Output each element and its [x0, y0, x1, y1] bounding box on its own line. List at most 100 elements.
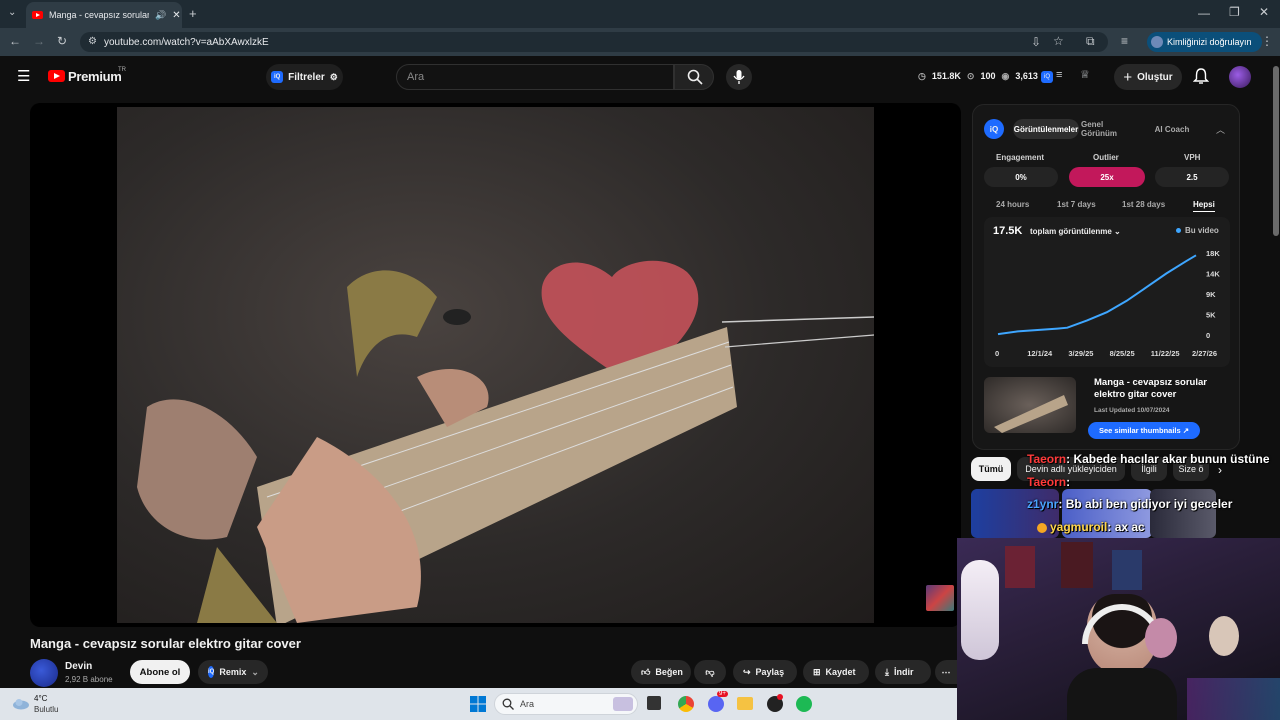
poster-2: [1061, 542, 1093, 588]
x-tick-label: 2/27/26: [1192, 349, 1217, 358]
iq-tab-ai-coach[interactable]: AI Coach: [1149, 119, 1195, 139]
page-scrollbar[interactable]: [1272, 56, 1280, 538]
search-icon: [687, 69, 703, 85]
video-player[interactable]: [30, 103, 961, 627]
tab-list-icon[interactable]: ⌄: [8, 8, 16, 18]
download-icon: ⤓: [885, 666, 889, 677]
install-app-icon[interactable]: ⇩: [1031, 36, 1041, 48]
chrome-icon[interactable]: [678, 696, 694, 712]
file-explorer-icon[interactable]: [737, 697, 753, 710]
last-updated: Last Updated 10/07/2024: [1094, 407, 1170, 414]
views-line-chart: 18K 14K 9K 5K 0 0 12/1/24 3/29/25 8/25/25 11/22/2…: [995, 249, 1220, 358]
more-actions-button[interactable]: ⋯: [935, 660, 957, 684]
views-icon: ◷: [918, 71, 926, 81]
new-tab-icon[interactable]: +: [189, 7, 197, 20]
video-title: Manga - cevapsız sorular elektro gitar c…: [30, 636, 301, 651]
iq-tab-views[interactable]: Görüntülenmeler: [1013, 119, 1079, 139]
browser-menu-icon[interactable]: ⋮: [1261, 35, 1273, 47]
metric-vph: 2.5: [1155, 167, 1229, 187]
identity-chip[interactable]: Kimliğinizi doğrulayın: [1147, 32, 1262, 52]
create-button[interactable]: + Oluştur: [1114, 64, 1182, 90]
poster-1: [1005, 546, 1035, 588]
channel-avatar[interactable]: [30, 659, 58, 687]
remix-button[interactable]: iQ Remix ⌄: [198, 660, 268, 684]
share-button[interactable]: ↪ Paylaş: [733, 660, 797, 684]
site-info-icon[interactable]: ⚙: [88, 36, 97, 47]
back-icon[interactable]: ←: [9, 35, 21, 47]
extensions-icon[interactable]: ⧉: [1086, 35, 1095, 47]
voice-search-button[interactable]: [726, 64, 752, 90]
metric-engagement: 0%: [984, 167, 1058, 187]
windows-start-icon[interactable]: [470, 696, 486, 712]
series-line-bu-video: [997, 254, 1197, 336]
browser-tab-bar: ⌄ Manga - cevapsız sorular el 🔊 ✕ + — ❐ …: [0, 0, 1280, 28]
scrollbar-thumb[interactable]: [1273, 66, 1279, 236]
filters-label: Filtreler: [288, 71, 325, 83]
tab-label: Görüntülenmeler: [1013, 124, 1079, 134]
youtube-logo-icon[interactable]: [48, 70, 65, 82]
discord-badge: 9+: [717, 691, 728, 697]
plush-toy-2: [1209, 616, 1239, 656]
similar-button-label: See similar thumbnails ↗: [1098, 426, 1190, 435]
task-view-icon[interactable]: [647, 696, 661, 710]
iq-tab-overview[interactable]: Genel Görünüm: [1081, 119, 1139, 139]
weather-cloud-icon: [13, 699, 29, 710]
thumbnail-overlay[interactable]: [926, 585, 954, 611]
download-button[interactable]: ⤓ İndir: [875, 660, 931, 684]
save-button[interactable]: ⊞ Kaydet: [803, 660, 869, 684]
recording-dot-icon: [777, 694, 783, 700]
video-frame: [117, 107, 874, 623]
logo-text[interactable]: Premium: [68, 69, 122, 84]
like-label: Beğen: [655, 667, 683, 677]
close-tab-icon[interactable]: ✕: [172, 10, 180, 21]
filters-button[interactable]: iQ Filtreler ⚙: [266, 64, 343, 90]
forward-icon[interactable]: →: [33, 35, 45, 47]
account-avatar[interactable]: [1229, 66, 1251, 88]
y-tick-label: 5K: [1206, 311, 1216, 320]
chat-line: Taeorn: Kabede hacılar akar bunun üstüne: [1027, 452, 1270, 466]
bookmark-star-icon[interactable]: ☆: [1053, 35, 1064, 47]
speaker-icon[interactable]: 🔊: [155, 10, 166, 21]
collapse-chevron-icon[interactable]: ︿: [1216, 123, 1225, 136]
search-input[interactable]: Ara: [396, 64, 674, 90]
subscribe-button[interactable]: Abone ol: [130, 660, 190, 684]
taskbar: 4°C Bulutlu Ara 9+: [0, 688, 957, 720]
see-similar-thumbnails-button[interactable]: See similar thumbnails ↗: [1088, 422, 1200, 439]
url-field[interactable]: ⚙ youtube.com/watch?v=aAbXAwxlzkE: [80, 32, 1108, 52]
share-label: Paylaş: [755, 667, 785, 677]
range-7d[interactable]: 1st 7 days: [1057, 200, 1096, 209]
reading-list-icon[interactable]: ≡: [1121, 35, 1128, 47]
spotify-icon[interactable]: [796, 696, 812, 712]
channel-name[interactable]: Devin: [65, 661, 92, 672]
close-window-icon[interactable]: ✕: [1259, 6, 1269, 18]
metric-label-engagement: Engagement: [996, 153, 1045, 162]
video-thumbnail[interactable]: [984, 377, 1076, 433]
reload-icon[interactable]: ↻: [57, 35, 67, 47]
microphone-graphic: [961, 560, 999, 660]
remix-label: Remix: [219, 667, 247, 677]
search-button[interactable]: [674, 64, 714, 90]
range-all[interactable]: Hepsi: [1193, 200, 1215, 212]
chat-line: yagmuroil: ax ac: [1037, 520, 1145, 534]
taskbar-search[interactable]: Ara: [494, 693, 638, 715]
youtube-favicon-icon: [32, 11, 43, 19]
discord-icon[interactable]: [708, 696, 724, 712]
range-24h[interactable]: 24 hours: [996, 200, 1029, 209]
metric-value: 25x: [1100, 172, 1114, 182]
range-28d[interactable]: 1st 28 days: [1122, 200, 1165, 209]
hamburger-menu-icon[interactable]: ☰: [17, 69, 30, 84]
list-icon[interactable]: ≡: [1056, 70, 1062, 81]
guitar-thumb-icon: [994, 395, 1068, 433]
trophy-icon[interactable]: ♕: [1080, 70, 1090, 81]
dislike-button[interactable]: 👎︎: [694, 660, 726, 684]
chip-all[interactable]: Tümü: [971, 457, 1011, 481]
thumbs-up-icon: 👍︎: [641, 666, 651, 677]
subscribe-label: Abone ol: [139, 666, 181, 678]
restore-icon[interactable]: ❐: [1229, 6, 1240, 18]
browser-tab[interactable]: Manga - cevapsız sorular el 🔊 ✕: [26, 2, 182, 28]
more-icon: ⋯: [941, 666, 951, 677]
iq-header-icon[interactable]: iQ: [1041, 71, 1053, 83]
notifications-bell-icon[interactable]: [1193, 68, 1209, 84]
minimize-icon[interactable]: —: [1198, 7, 1210, 19]
like-button[interactable]: 👍︎ Beğen: [631, 660, 691, 684]
